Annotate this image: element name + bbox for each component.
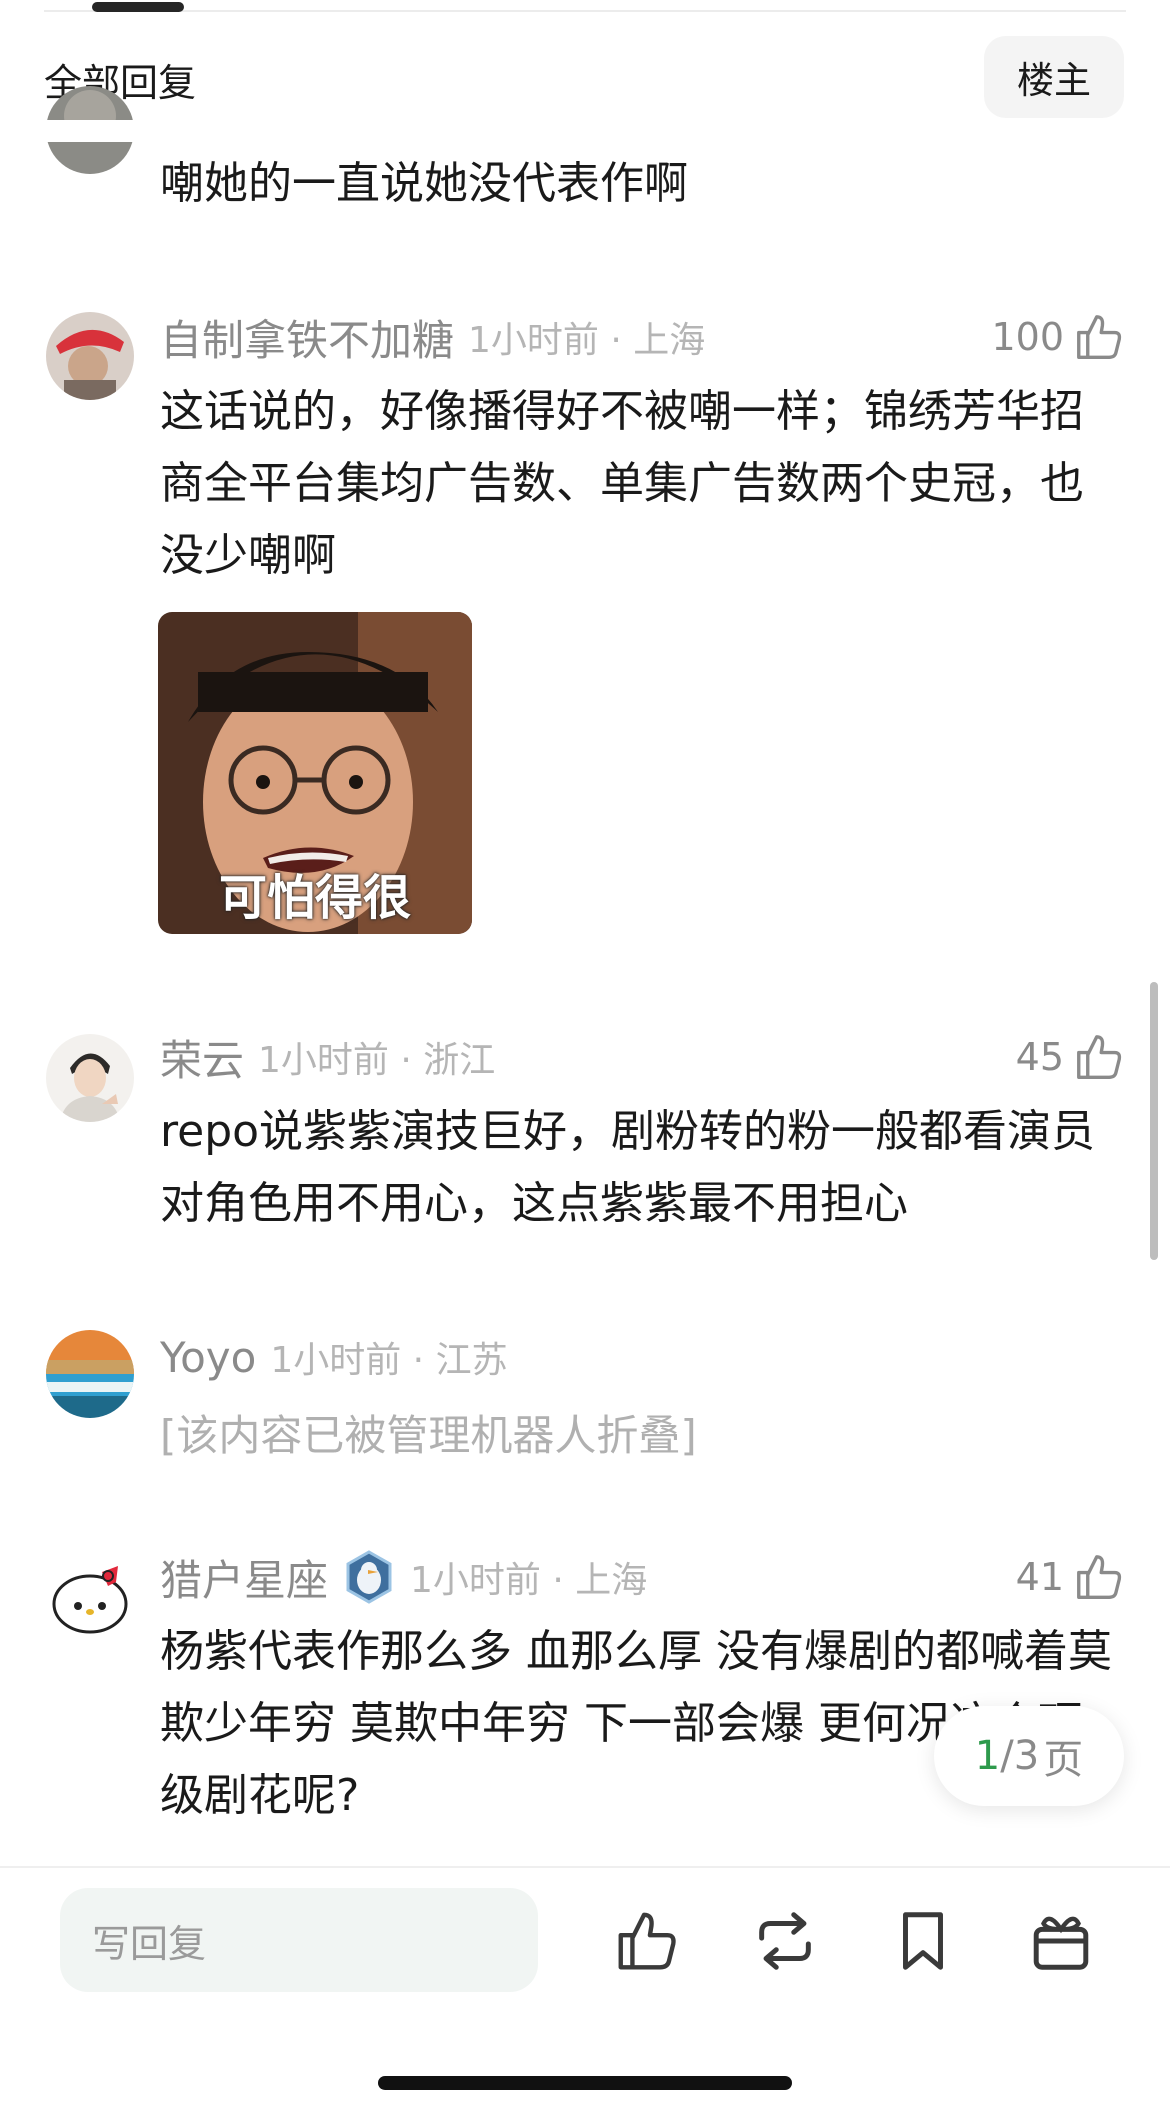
meme-image[interactable]: 可怕得很 (158, 612, 472, 934)
comment-meta: 猎户星座 1小时前 · 上海 (160, 1550, 648, 1605)
time-location: 1小时前 · 上海 (410, 1560, 648, 1601)
comment-meta: 荣云 1小时前 · 浙江 (160, 1030, 496, 1085)
folded-content-notice[interactable]: [该内容已被管理机器人折叠] (160, 1402, 697, 1463)
medal-badge-icon (346, 1550, 392, 1604)
avatar[interactable] (46, 1330, 134, 1418)
thumbs-up-icon (1077, 1035, 1122, 1079)
like-icon[interactable] (612, 1906, 682, 1976)
like-count: 45 (1015, 1035, 1064, 1079)
page-unit: 页 (1043, 1737, 1084, 1783)
scrollbar[interactable] (1150, 982, 1158, 1260)
bookmark-icon[interactable] (888, 1906, 958, 1976)
comment-meta: 自制拿铁不加糖 1小时前 · 上海 (160, 310, 706, 365)
username[interactable]: 自制拿铁不加糖 (160, 307, 454, 368)
avatar[interactable] (46, 1034, 134, 1122)
thumbs-up-icon (1077, 1555, 1122, 1599)
crop-mask (40, 120, 140, 142)
like-button[interactable]: 41 (1016, 1550, 1126, 1604)
username[interactable]: 荣云 (160, 1027, 244, 1088)
total-pages: 3 (1013, 1733, 1040, 1779)
repost-icon[interactable] (750, 1906, 820, 1976)
time-location: 1小时前 · 江苏 (270, 1340, 508, 1381)
comment-meta: Yoyo 1小时前 · 江苏 (160, 1330, 508, 1384)
bottom-divider (0, 1866, 1170, 1868)
comment-body: repo说紫紫演技巨好，剧粉转的粉一般都看演员对角色用不用心，这点紫紫最不用担心 (160, 1106, 1096, 1229)
tab-indicator (92, 2, 184, 12)
like-button[interactable]: 45 (1016, 1030, 1126, 1084)
gift-icon[interactable] (1026, 1906, 1096, 1976)
meme-caption: 可怕得很 (218, 870, 411, 926)
username[interactable]: 猎户星座 (160, 1547, 328, 1608)
time-location: 1小时前 · 上海 (468, 320, 706, 361)
thumbs-up-icon (1077, 315, 1122, 359)
avatar[interactable] (46, 1552, 134, 1640)
current-page: 1 (974, 1733, 1001, 1779)
comment-body: 嘲她的一直说她没代表作啊 (160, 158, 688, 209)
home-indicator (378, 2076, 792, 2090)
op-only-button[interactable]: 楼主 (984, 36, 1124, 118)
time-location: 1小时前 · 浙江 (258, 1040, 496, 1081)
username[interactable]: Yoyo (160, 1333, 256, 1382)
like-button[interactable]: 100 (991, 310, 1126, 364)
like-count: 100 (991, 315, 1064, 359)
avatar[interactable] (46, 312, 134, 400)
page-indicator[interactable]: 1/3 页 (934, 1706, 1124, 1806)
top-divider (44, 10, 1126, 12)
like-count: 41 (1015, 1555, 1064, 1599)
comment-body: 这话说的，好像播得好不被嘲一样；锦绣芳华招商全平台集均广告数、单集广告数两个史冠… (160, 386, 1084, 581)
page-separator: / (1000, 1733, 1014, 1779)
reply-input[interactable]: 写回复 (60, 1888, 538, 1992)
